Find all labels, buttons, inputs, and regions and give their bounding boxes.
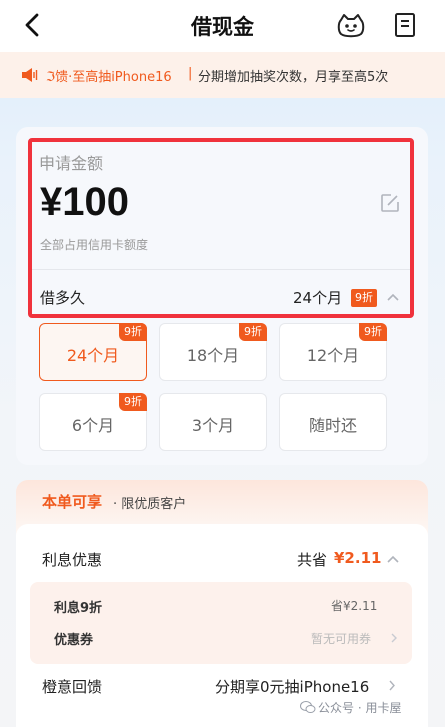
notice-text: 分期增加抽奖次数，月享至高5次: [198, 70, 389, 85]
interest-detail-box: [30, 582, 412, 664]
interest-label: 利息优惠: [42, 551, 103, 569]
reward-label: 橙意回馈: [42, 678, 103, 696]
term-option-label: 随时还: [308, 416, 357, 435]
discount-badge: 9折: [239, 323, 267, 341]
reward-value[interactable]: 分期享0元抽iPhone16: [215, 676, 369, 697]
page-title: 借现金: [191, 15, 254, 39]
discount-value: 省¥2.11: [331, 599, 378, 613]
benefit-title: 本单可享: [42, 493, 103, 511]
chevron-right-icon[interactable]: [390, 632, 398, 644]
coupon-value[interactable]: 暂无可用券: [311, 630, 371, 647]
coupon-label: 优惠券: [54, 633, 94, 648]
notice-separator: |: [188, 66, 193, 81]
speaker-icon: [22, 68, 38, 82]
discount-badge: 9折: [359, 323, 387, 341]
term-option-label: 6个月: [71, 416, 115, 435]
term-option-label: 18个月: [186, 346, 240, 365]
term-option-18[interactable]: 18个月 9折: [159, 323, 267, 381]
term-option-label: 12个月: [306, 346, 360, 365]
document-icon[interactable]: [393, 11, 417, 39]
discount-label: 利息9折: [54, 601, 103, 616]
term-option-12[interactable]: 12个月 9折: [279, 323, 387, 381]
term-option-label: 3个月: [191, 416, 235, 435]
robot-assistant-icon[interactable]: [335, 11, 367, 39]
benefit-subtitle: · 限优质客户: [113, 497, 187, 512]
promo-notice-bar[interactable]: ℑ馈·至高抽iPhone16 | 分期增加抽奖次数，月享至高5次: [0, 52, 445, 98]
discount-badge: 9折: [119, 393, 147, 411]
watermark: 公众号 · 用卡屋: [318, 701, 402, 715]
interest-save-label: 共省: [297, 551, 328, 569]
term-option-anytime[interactable]: 随时还: [279, 393, 387, 451]
interest-save-amount: ¥2.11: [334, 549, 382, 567]
highlight-box: [28, 138, 414, 318]
chevron-right-icon[interactable]: [388, 679, 396, 692]
top-nav-bar: 借现金: [0, 0, 445, 52]
wechat-icon: [300, 701, 316, 713]
term-option-24[interactable]: 24个月 9折: [39, 323, 147, 381]
notice-highlight: ℑ馈·至高抽iPhone16: [46, 70, 172, 85]
term-option-3[interactable]: 3个月: [159, 393, 267, 451]
term-option-6[interactable]: 6个月 9折: [39, 393, 147, 451]
discount-badge: 9折: [119, 323, 147, 341]
chevron-up-icon[interactable]: [386, 553, 400, 565]
term-option-label: 24个月: [66, 346, 120, 365]
